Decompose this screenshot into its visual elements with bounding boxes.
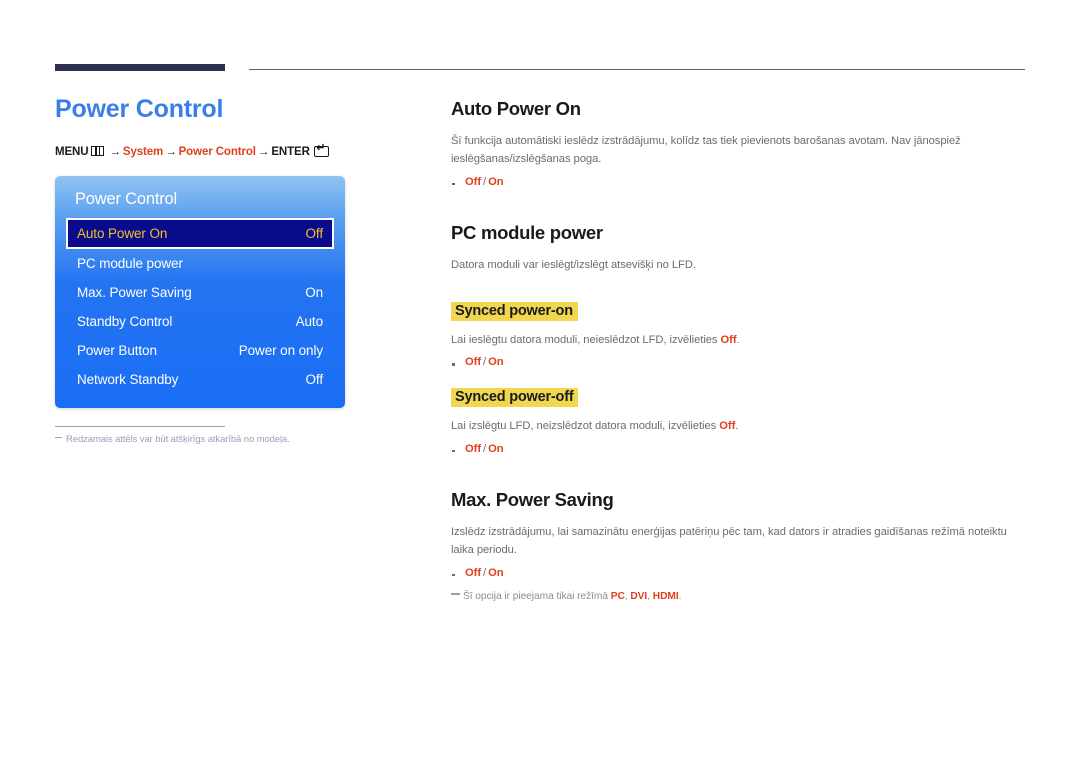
footnote-divider [55, 425, 225, 427]
menu-grid-icon [91, 145, 105, 156]
sub-paragraph-pre: Lai izslēgtu LFD, neizslēdzot datora mod… [451, 420, 720, 433]
header-accent-bar [55, 64, 225, 71]
osd-row-label: Standby Control [77, 313, 173, 329]
osd-row-value: Auto [295, 313, 323, 329]
footnote-text: Redzamais attēls var būt atšķirīgs atkar… [66, 433, 290, 445]
section-paragraph-auto-power-on: Šī funkcija automātiski ieslēdz izstrādā… [451, 135, 961, 165]
breadcrumb-enter-label: ENTER [271, 145, 310, 158]
footnote-pre: Šī opcija ir pieejama tikai režīmā [463, 590, 611, 602]
sub-paragraph-post: . [736, 333, 740, 346]
breadcrumb-item-power-control[interactable]: Power Control [179, 146, 256, 158]
option-on[interactable]: On [488, 356, 503, 368]
osd-row-value: Off [305, 371, 324, 387]
osd-row-label: Power Button [77, 342, 157, 358]
subsection-title-synced-power-off: Synced power-off [451, 388, 579, 408]
sub-paragraph-post: . [735, 420, 739, 433]
breadcrumb: MENU → System → Power Control → ENTER [55, 143, 415, 158]
osd-row-power-button[interactable]: Power Button Power on only [66, 336, 334, 365]
osd-row-label: Max. Power Saving [77, 284, 192, 300]
osd-menu-panel: Power Control Auto Power On Off PC modul… [55, 175, 345, 408]
footnote-dash-icon [451, 593, 460, 595]
osd-row-value: Off [305, 225, 324, 241]
option-off[interactable]: Off [465, 356, 481, 368]
breadcrumb-menu-label: MENU [55, 145, 89, 158]
section-paragraph-max-power-saving: Izslēdz izstrādājumu, lai samazinātu ene… [451, 526, 1007, 556]
footnote-mode-hdmi: HDMI [652, 590, 679, 602]
footnote-dash-icon [55, 436, 62, 438]
option-on[interactable]: On [488, 567, 503, 579]
sub-paragraph-pre: Lai ieslēgtu datora moduli, neieslēdzot … [451, 333, 721, 346]
sub-paragraph-strong: Off [720, 333, 737, 346]
osd-row-label: Network Standby [77, 371, 179, 387]
option-off[interactable]: Off [465, 176, 481, 188]
option-list-synced-power-on: Off / On [451, 356, 1029, 368]
subsection-title-synced-power-on: Synced power-on [451, 301, 578, 321]
option-on[interactable]: On [488, 443, 503, 455]
footnote-mode-pc: PC [610, 590, 625, 602]
osd-row-label: PC module power [77, 255, 183, 271]
right-column: Auto Power On Šī funkcija automātiski ie… [451, 98, 1029, 604]
osd-row-auto-power-on[interactable]: Auto Power On Off [66, 217, 334, 249]
option-off[interactable]: Off [465, 443, 481, 455]
breadcrumb-arrow-3: → [257, 145, 270, 158]
section-title-auto-power-on: Auto Power On [451, 98, 581, 119]
sub-paragraph-strong: Off [719, 420, 736, 433]
subsection-paragraph-synced-power-on: Lai ieslēgtu datora moduli, neieslēdzot … [451, 332, 1029, 350]
option-off[interactable]: Off [465, 567, 481, 579]
page-title: Power Control [55, 95, 224, 123]
osd-row-list: Auto Power On Off PC module power Max. P… [55, 217, 345, 394]
footnote-end: . [678, 590, 682, 602]
osd-row-max-power-saving[interactable]: Max. Power Saving On [66, 278, 334, 307]
section-title-max-power-saving: Max. Power Saving [451, 488, 614, 510]
breadcrumb-arrow-2: → [165, 145, 177, 158]
osd-row-network-standby[interactable]: Network Standby Off [66, 365, 334, 394]
osd-row-standby-control[interactable]: Standby Control Auto [66, 307, 334, 336]
enter-key-icon [313, 143, 329, 157]
footnote-mode-dvi: DVI [630, 590, 648, 602]
osd-panel-title: Power Control [75, 189, 177, 208]
section-title-pc-module-power: PC module power [451, 221, 603, 243]
osd-row-pc-module-power[interactable]: PC module power [66, 249, 334, 278]
subsection-paragraph-synced-power-off: Lai izslēgtu LFD, neizslēdzot datora mod… [451, 418, 1029, 436]
option-list-auto-power-on: Off / On [451, 176, 1029, 188]
osd-row-value: On [305, 284, 323, 300]
option-list-max-power-saving: Off / On [451, 567, 1029, 579]
header-divider-line [249, 69, 1025, 70]
breadcrumb-item-system[interactable]: System [123, 146, 163, 158]
section-paragraph-pc-module-power: Datora moduli var ieslēgt/izslēgt atsevi… [451, 258, 696, 271]
left-column: Power Control MENU → System → Power Control →… [55, 95, 415, 445]
osd-row-label: Auto Power On [77, 225, 168, 241]
section-footnote-max-power-saving: Šī opcija ir pieejama tikai režīmā PC, D… [451, 590, 1029, 604]
footnote-text-wrap: Redzamais attēls var būt atšķirīgs atkar… [55, 434, 290, 445]
option-list-synced-power-off: Off / On [451, 443, 1029, 455]
header-rules [55, 64, 1025, 76]
option-on[interactable]: On [488, 176, 503, 188]
osd-row-value: Power on only [238, 342, 323, 358]
breadcrumb-arrow-1: → [109, 145, 121, 158]
left-footnote: Redzamais attēls var būt atšķirīgs atkar… [55, 425, 290, 445]
